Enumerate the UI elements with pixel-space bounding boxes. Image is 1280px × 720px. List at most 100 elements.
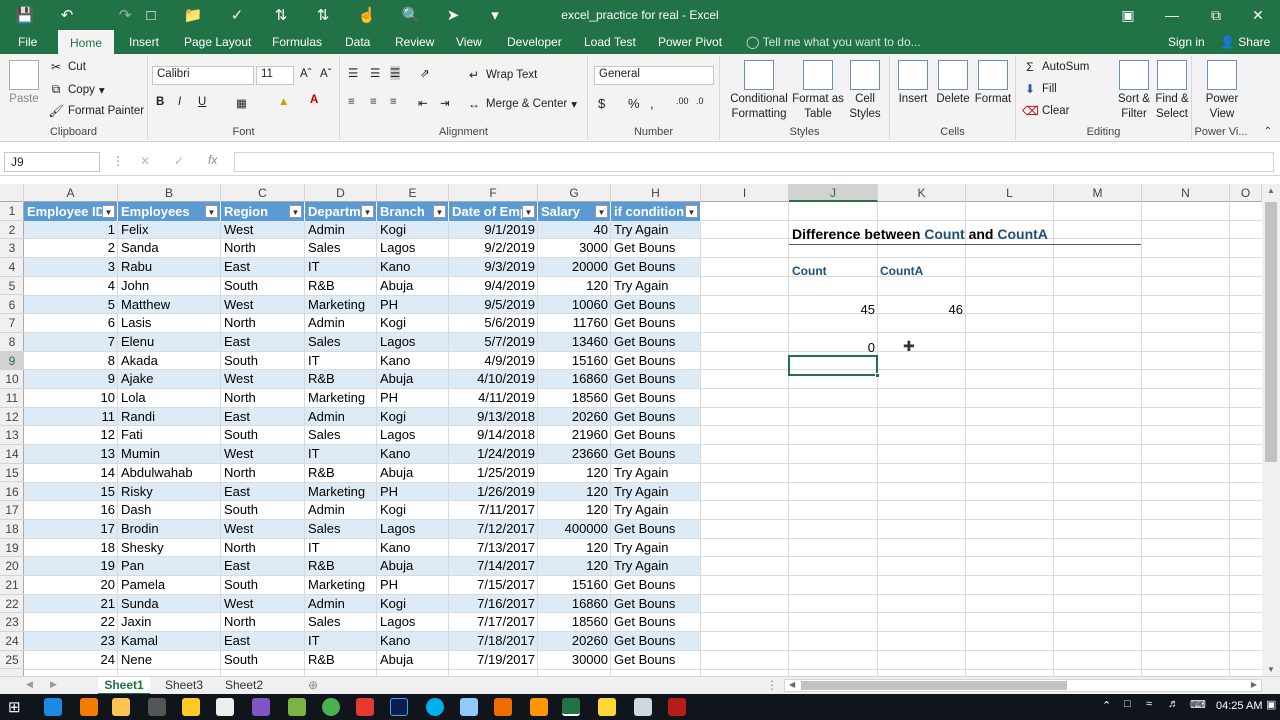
table-cell[interactable]: Get Bouns <box>611 314 701 333</box>
edge-icon[interactable] <box>44 698 62 716</box>
table-cell[interactable]: 9/2/2019 <box>449 239 538 258</box>
row-header[interactable]: 13 <box>0 426 24 446</box>
table-cell[interactable]: Pan <box>118 557 221 576</box>
borders-button[interactable]: ▦ <box>236 96 247 110</box>
table-cell[interactable]: Abuja <box>377 277 449 296</box>
top-align-button[interactable]: ☰ <box>348 66 358 80</box>
sort-filter-button[interactable]: Sort & Filter <box>1116 60 1152 122</box>
table-cell[interactable]: Marketing <box>305 296 377 315</box>
customize-qat-icon[interactable]: ▾ <box>482 0 508 30</box>
excel-taskbar-icon[interactable] <box>562 698 580 716</box>
row-header[interactable]: 3 <box>0 239 24 259</box>
tray-expand-icon[interactable]: ⌃ <box>1102 699 1111 712</box>
italic-button[interactable]: I <box>178 96 181 108</box>
insert-function-icon[interactable]: fx <box>208 153 217 167</box>
fill-color-button[interactable]: ▲ <box>278 96 289 108</box>
table-cell[interactable]: Rabu <box>118 258 221 277</box>
filter-dropdown-icon[interactable]: ▼ <box>685 205 698 218</box>
table-cell[interactable]: 15 <box>24 483 118 502</box>
table-cell[interactable]: R&B <box>305 370 377 389</box>
table-cell[interactable]: Ajake <box>118 370 221 389</box>
sort-descending-icon[interactable]: ⇅ <box>310 0 336 30</box>
table-cell[interactable]: 9 <box>24 370 118 389</box>
table-cell[interactable]: 5/7/2019 <box>449 333 538 352</box>
table-cell[interactable]: Get Bouns <box>611 352 701 371</box>
table-cell[interactable]: R&B <box>305 651 377 670</box>
row-header[interactable]: 8 <box>0 333 24 352</box>
table-cell[interactable]: 1/25/2019 <box>449 464 538 483</box>
tab-data[interactable]: Data <box>345 30 370 54</box>
active-cell-j9[interactable] <box>788 355 878 376</box>
table-cell[interactable]: North <box>221 389 305 408</box>
merge-center-button[interactable]: ↔ Merge & Center ▾ <box>466 97 577 111</box>
table-cell[interactable]: East <box>221 557 305 576</box>
table-cell[interactable]: Fati <box>118 426 221 445</box>
app5-icon[interactable] <box>634 698 652 716</box>
increase-decimal-button[interactable]: .00 <box>676 96 689 106</box>
table-cell[interactable]: 120 <box>538 483 611 502</box>
table-cell[interactable]: Abuja <box>377 370 449 389</box>
keyboard-icon[interactable]: ⌨ <box>1190 698 1206 711</box>
tab-load-test[interactable]: Load Test <box>584 30 636 54</box>
horizontal-scrollbar[interactable]: ◀ ▶ <box>784 679 1262 692</box>
table-cell[interactable]: North <box>221 613 305 632</box>
scroll-down-icon[interactable]: ▼ <box>1267 665 1275 674</box>
table-cell[interactable]: 20 <box>24 576 118 595</box>
table-cell[interactable]: 14 <box>24 464 118 483</box>
table-cell[interactable]: Lasis <box>118 314 221 333</box>
table-cell[interactable]: 7/12/2017 <box>449 520 538 539</box>
sort-ascending-icon[interactable]: ⇅ <box>268 0 294 30</box>
table-cell[interactable]: 1 <box>24 221 118 240</box>
copy-button[interactable]: ⧉ Copy ▾ <box>48 82 105 97</box>
table-cell[interactable]: East <box>221 258 305 277</box>
table-cell[interactable]: East <box>221 483 305 502</box>
filter-dropdown-icon[interactable]: ▼ <box>289 205 302 218</box>
table-cell[interactable]: Get Bouns <box>611 520 701 539</box>
table-cell[interactable]: 3000 <box>538 239 611 258</box>
table-cell[interactable]: 16 <box>24 501 118 520</box>
column-header-h[interactable]: H <box>611 184 701 202</box>
table-cell[interactable]: R&B <box>305 464 377 483</box>
table-cell[interactable]: 20260 <box>538 408 611 427</box>
table-cell[interactable]: 7/13/2017 <box>449 539 538 558</box>
row-header[interactable]: 24 <box>0 632 24 651</box>
row-header[interactable]: 11 <box>0 389 24 408</box>
prev-sheet-icon[interactable]: ◀ <box>26 679 33 690</box>
font-name-dropdown[interactable]: Calibri <box>152 66 254 85</box>
new-sheet-icon[interactable]: ⊕ <box>308 678 318 692</box>
table-cell[interactable]: Kano <box>377 632 449 651</box>
format-as-table-button[interactable]: Format as Table <box>792 60 844 122</box>
table-cell[interactable]: Abuja <box>377 557 449 576</box>
wrap-text-button[interactable]: ↵ Wrap Text <box>466 68 537 82</box>
h-scroll-thumb[interactable] <box>801 681 1067 690</box>
scroll-thumb[interactable] <box>1265 202 1277 462</box>
table-cell[interactable]: 7/18/2017 <box>449 632 538 651</box>
row-header[interactable]: 6 <box>0 296 24 315</box>
conditional-formatting-button[interactable]: Conditional Formatting <box>726 60 792 122</box>
sheet-tab-sheet2[interactable]: Sheet2 <box>218 677 270 695</box>
sign-in-link[interactable]: Sign in <box>1168 30 1205 54</box>
table-cell[interactable]: Jaxin <box>118 613 221 632</box>
table-cell[interactable]: Abuja <box>377 651 449 670</box>
currency-button[interactable]: $ <box>598 96 605 111</box>
row-header[interactable]: 2 <box>0 221 24 240</box>
cancel-icon[interactable]: ✕ <box>140 154 150 168</box>
table-cell[interactable]: Brodin <box>118 520 221 539</box>
table-cell[interactable]: 9/14/2018 <box>449 426 538 445</box>
table-cell[interactable]: Try Again <box>611 483 701 502</box>
table-cell[interactable]: South <box>221 576 305 595</box>
table-cell[interactable]: 6 <box>24 314 118 333</box>
table-cell[interactable]: 120 <box>538 539 611 558</box>
align-right-button[interactable]: ≡ <box>390 96 397 108</box>
table-cell[interactable]: Kano <box>377 445 449 464</box>
table-cell[interactable]: 120 <box>538 277 611 296</box>
table-cell[interactable]: 16860 <box>538 370 611 389</box>
bottom-align-button[interactable]: ☰ <box>390 66 401 80</box>
table-cell[interactable]: Get Bouns <box>611 258 701 277</box>
table-cell[interactable]: Try Again <box>611 221 701 240</box>
table-cell[interactable]: Kogi <box>377 501 449 520</box>
column-header-e[interactable]: E <box>377 184 449 202</box>
table-cell[interactable]: IT <box>305 632 377 651</box>
table-cell[interactable]: Kogi <box>377 314 449 333</box>
table-cell[interactable]: Get Bouns <box>611 613 701 632</box>
